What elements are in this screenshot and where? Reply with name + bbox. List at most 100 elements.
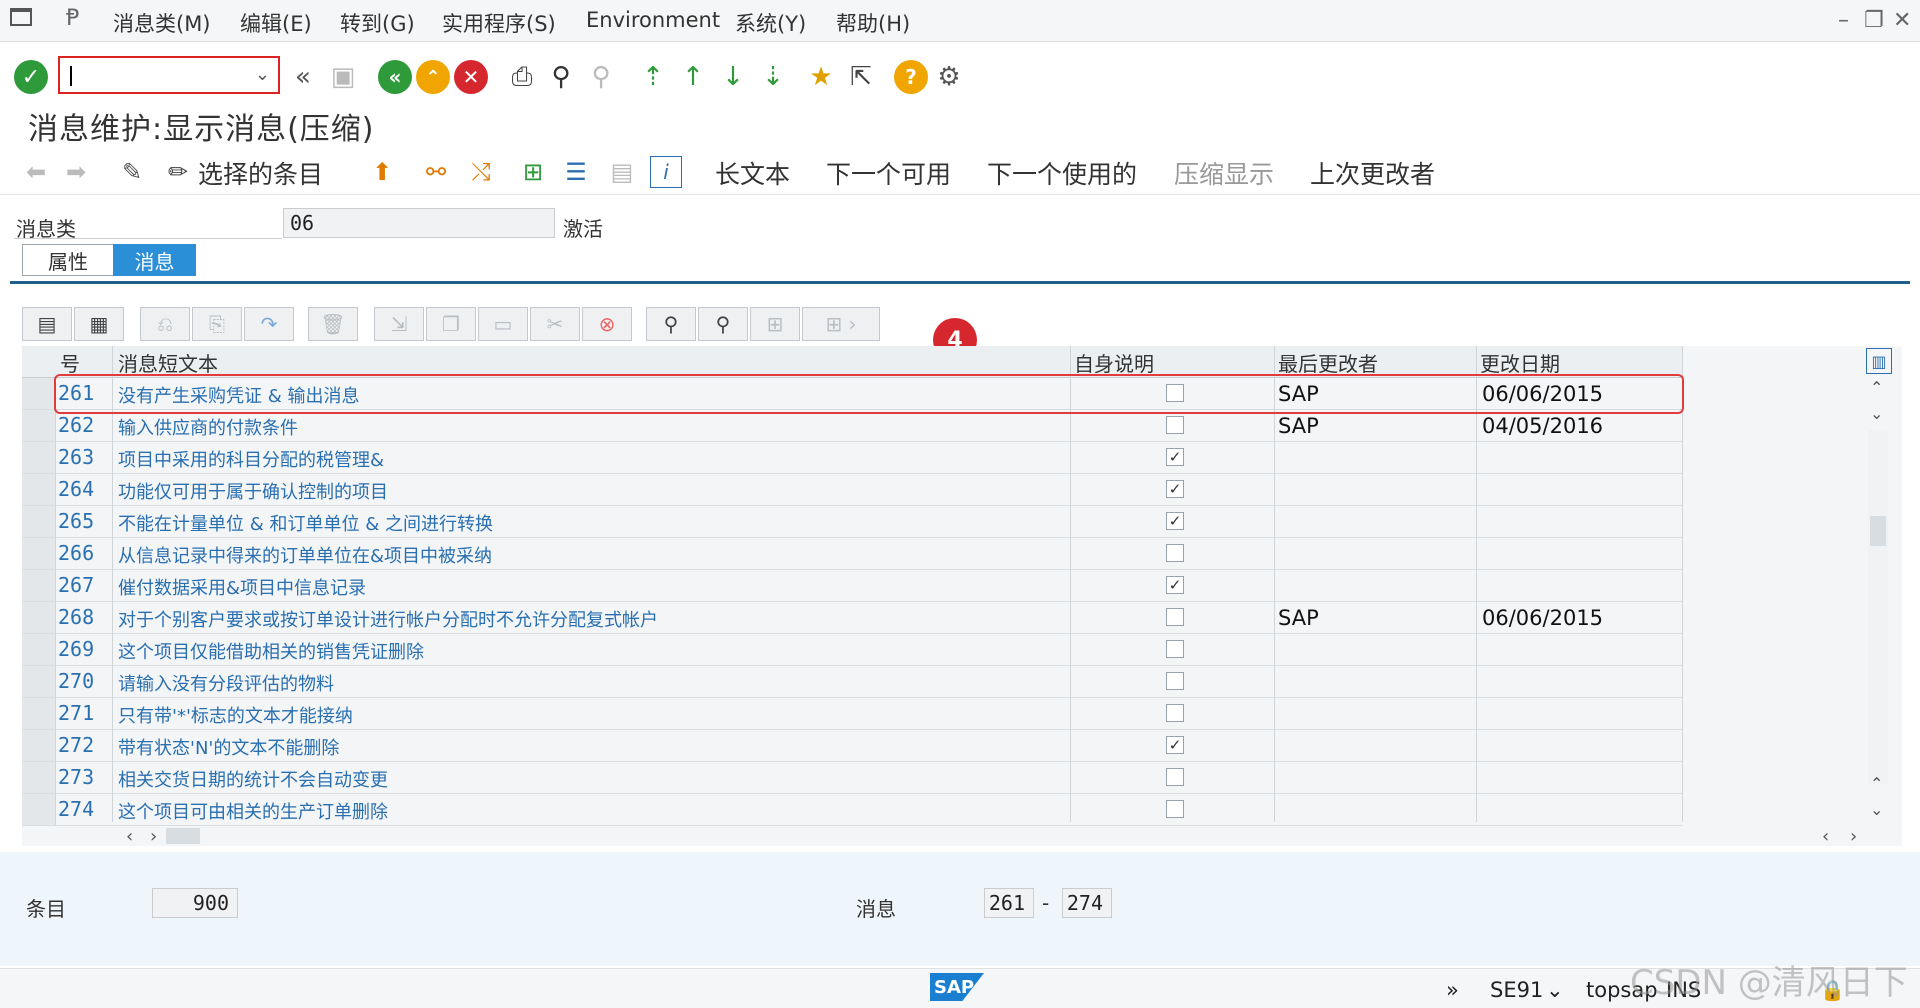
column-header-self-explanatory[interactable]: 自身说明 bbox=[1074, 347, 1154, 377]
message-short-text[interactable]: 不能在计量单位 & 和订单单位 & 之间进行转换 bbox=[118, 510, 1068, 536]
paste-button[interactable]: ▭ bbox=[478, 307, 528, 341]
tab-messages[interactable]: 消息 bbox=[113, 244, 196, 276]
vertical-scrollbar[interactable] bbox=[1868, 430, 1888, 784]
message-short-text[interactable]: 功能仅可用于属于确认控制的项目 bbox=[118, 478, 1068, 504]
maximize-button[interactable]: ❐ bbox=[1864, 8, 1884, 33]
last-changed-by-button[interactable]: 上次更改者 bbox=[1310, 155, 1435, 191]
chevron-down-icon[interactable]: ⌄ bbox=[255, 64, 270, 85]
table-icon[interactable]: ▤ bbox=[606, 156, 638, 188]
self-explanatory-checkbox[interactable] bbox=[1166, 416, 1184, 434]
message-short-text[interactable]: 请输入没有分段评估的物料 bbox=[118, 670, 1068, 696]
table-row[interactable]: 274 这个项目可由相关的生产订单删除 bbox=[22, 794, 1682, 826]
close-window-button[interactable]: ✕ bbox=[1893, 8, 1911, 33]
menu-utilities[interactable]: 实用程序(S) bbox=[442, 8, 556, 38]
message-short-text[interactable]: 带有状态'N'的文本不能删除 bbox=[118, 734, 1068, 760]
long-text-button[interactable]: 长文本 bbox=[715, 155, 790, 191]
vertical-scroll-thumb[interactable] bbox=[1870, 516, 1886, 546]
message-short-text[interactable]: 这个项目可由相关的生产订单删除 bbox=[118, 798, 1068, 824]
insert-button[interactable]: ⇲ bbox=[374, 307, 424, 341]
scroll-down-icon[interactable]: ⌄ bbox=[1870, 404, 1883, 423]
details-button[interactable]: ▤ bbox=[22, 307, 72, 341]
table-row[interactable]: 268 对于个别客户要求或按订单设计进行帐户分配时不允许分配复式帐户 SAP 06/0… bbox=[22, 602, 1682, 634]
row-selector[interactable] bbox=[22, 538, 56, 569]
self-explanatory-checkbox[interactable] bbox=[1166, 640, 1184, 658]
transport-icon[interactable]: ⬆ bbox=[366, 156, 398, 188]
selected-entries-button[interactable]: 选择的条目 bbox=[198, 155, 323, 191]
info-icon[interactable]: i bbox=[650, 156, 682, 188]
next-available-button[interactable]: 下一个可用 bbox=[826, 155, 951, 191]
scroll-right-icon[interactable]: › bbox=[150, 826, 157, 847]
table-row[interactable]: 270 请输入没有分段评估的物料 bbox=[22, 666, 1682, 698]
back-icon[interactable]: « bbox=[378, 60, 412, 94]
table-row[interactable]: 265 不能在计量单位 & 和订单单位 & 之间进行转换 ✓ bbox=[22, 506, 1682, 538]
scroll-up-icon[interactable]: ⌃ bbox=[1870, 378, 1883, 397]
table-row[interactable]: 271 只有带'*'标志的文本才能接纳 bbox=[22, 698, 1682, 730]
row-selector[interactable] bbox=[22, 794, 56, 825]
self-explanatory-checkbox[interactable]: ✓ bbox=[1166, 736, 1184, 754]
redo-button[interactable]: ↷ bbox=[244, 307, 294, 341]
table-row[interactable]: 267 催付数据采用&项目中信息记录 ✓ bbox=[22, 570, 1682, 602]
self-explanatory-checkbox[interactable]: ✓ bbox=[1166, 480, 1184, 498]
delete-button[interactable]: 🗑 bbox=[308, 307, 358, 341]
column-header-short-text[interactable]: 消息短文本 bbox=[118, 347, 218, 377]
help-icon[interactable]: ? bbox=[894, 60, 928, 94]
row-selector[interactable] bbox=[22, 474, 56, 505]
find-next-icon[interactable]: ⚲ bbox=[584, 60, 618, 94]
branch-icon[interactable]: ⤭ bbox=[465, 156, 497, 188]
back-arrow-icon[interactable]: ⬅ bbox=[20, 156, 52, 188]
first-page-icon[interactable]: ⇡ bbox=[636, 60, 670, 94]
scroll-page-up-icon[interactable]: ⌃ bbox=[1870, 774, 1883, 793]
next-page-icon[interactable]: ↓ bbox=[716, 60, 750, 94]
message-short-text[interactable]: 只有带'*'标志的文本才能接纳 bbox=[118, 702, 1068, 728]
message-short-text[interactable]: 项目中采用的科目分配的税管理& bbox=[118, 446, 1068, 472]
table-row[interactable]: 264 功能仅可用于属于确认控制的项目 ✓ bbox=[22, 474, 1682, 506]
column-header-change-date[interactable]: 更改日期 bbox=[1480, 347, 1560, 377]
menu-system[interactable]: 系统(Y) bbox=[735, 8, 806, 38]
message-short-text[interactable]: 相关交货日期的统计不会自动变更 bbox=[118, 766, 1068, 792]
self-explanatory-checkbox[interactable] bbox=[1166, 672, 1184, 690]
sap-p-icon[interactable]: Ᵽ bbox=[66, 6, 79, 31]
table-row[interactable]: 263 项目中采用的科目分配的税管理& ✓ bbox=[22, 442, 1682, 474]
row-selector[interactable] bbox=[22, 634, 56, 665]
self-explanatory-checkbox[interactable] bbox=[1166, 704, 1184, 722]
self-explanatory-checkbox[interactable] bbox=[1166, 544, 1184, 562]
row-selector[interactable] bbox=[22, 698, 56, 729]
column-header-number[interactable]: 号 bbox=[60, 347, 80, 377]
pencil-icon[interactable]: ✏ bbox=[162, 156, 194, 188]
system-dropdown-icon[interactable]: ⌄ bbox=[1546, 978, 1564, 1002]
enter-check-icon[interactable]: ✓ bbox=[14, 60, 48, 94]
tree-button[interactable]: ⊞ bbox=[750, 307, 800, 341]
save-icon[interactable]: ▣ bbox=[326, 60, 360, 94]
scroll-left-icon[interactable]: ‹ bbox=[126, 826, 133, 847]
double-left-icon[interactable]: « bbox=[286, 60, 320, 94]
hierarchy-icon[interactable]: ⊞ bbox=[517, 156, 549, 188]
cut-button[interactable]: ✂ bbox=[530, 307, 580, 341]
message-short-text[interactable]: 从信息记录中得来的订单单位在&项目中被采纳 bbox=[118, 542, 1068, 568]
row-selector[interactable] bbox=[22, 730, 56, 761]
table-row[interactable]: 273 相关交货日期的统计不会自动变更 bbox=[22, 762, 1682, 794]
self-explanatory-checkbox[interactable]: ✓ bbox=[1166, 576, 1184, 594]
menu-edit[interactable]: 编辑(E) bbox=[240, 8, 312, 38]
row-selector[interactable] bbox=[22, 506, 56, 537]
undo-button[interactable]: ⎌ bbox=[140, 307, 190, 341]
cancel-row-button[interactable]: ⊗ bbox=[582, 307, 632, 341]
select-all-button[interactable]: ▦ bbox=[74, 307, 124, 341]
table-row[interactable]: 269 这个项目仅能借助相关的销售凭证删除 bbox=[22, 634, 1682, 666]
table-row[interactable]: 262 输入供应商的付款条件 SAP 04/05/2016 bbox=[22, 410, 1682, 442]
cancel-icon[interactable]: ✕ bbox=[454, 60, 488, 94]
menu-message-class[interactable]: 消息类(M) bbox=[113, 8, 211, 38]
find-grid-button[interactable]: ⚲ bbox=[646, 307, 696, 341]
menu-environment[interactable]: Environment bbox=[586, 8, 720, 32]
self-explanatory-checkbox[interactable]: ✓ bbox=[1166, 512, 1184, 530]
column-layout-icon[interactable]: ▥ bbox=[1866, 348, 1892, 374]
display-change-icon[interactable]: ✎ bbox=[116, 156, 148, 188]
row-selector[interactable] bbox=[22, 602, 56, 633]
row-selector[interactable] bbox=[22, 442, 56, 473]
message-short-text[interactable]: 输入供应商的付款条件 bbox=[118, 414, 1068, 440]
column-header-last-changed-by[interactable]: 最后更改者 bbox=[1278, 347, 1378, 377]
tab-properties[interactable]: 属性 bbox=[22, 244, 114, 276]
self-explanatory-checkbox[interactable] bbox=[1166, 768, 1184, 786]
tree-more-button[interactable]: ⊞ › bbox=[802, 307, 880, 341]
table-row[interactable]: 266 从信息记录中得来的订单单位在&项目中被采纳 bbox=[22, 538, 1682, 570]
list-icon[interactable]: ☰ bbox=[560, 156, 592, 188]
